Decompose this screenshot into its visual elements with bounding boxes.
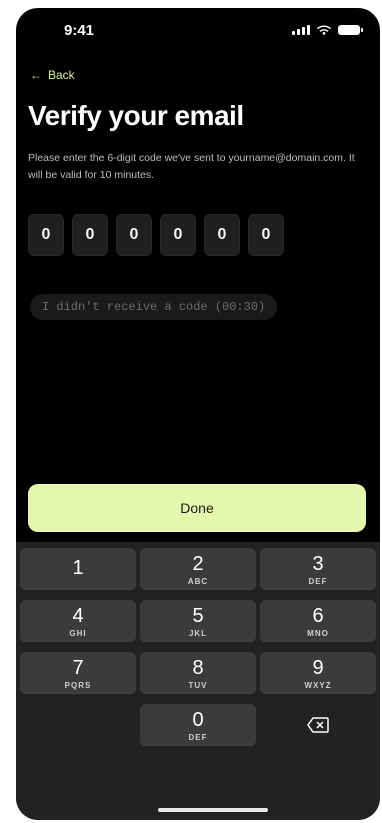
key-1[interactable]: 1 [20, 548, 136, 590]
key-0[interactable]: 0 DEF [140, 704, 256, 746]
page-description: Please enter the 6-digit code we've sent… [28, 152, 355, 181]
code-digit-5[interactable]: 0 [204, 214, 240, 256]
status-time: 9:41 [64, 22, 95, 39]
key-5[interactable]: 5 JKL [140, 600, 256, 642]
key-7[interactable]: 7 PQRS [20, 652, 136, 694]
keypad-row-1: 1 2 ABC 3 DEF [16, 548, 380, 590]
delete-backspace-icon [307, 717, 329, 733]
home-indicator [158, 808, 268, 812]
key-4[interactable]: 4 GHI [20, 600, 136, 642]
code-digit-3[interactable]: 0 [116, 214, 152, 256]
status-bar: 9:41 [16, 8, 380, 52]
wifi-icon [316, 25, 332, 35]
battery-icon [338, 25, 363, 35]
code-digit-1[interactable]: 0 [28, 214, 64, 256]
keypad-row-4: 0 DEF [16, 704, 380, 746]
numeric-keypad: 1 2 ABC 3 DEF 4 GHI 5 JKL 6 MNO 7 PQRS 8… [16, 542, 380, 820]
keypad-row-2: 4 GHI 5 JKL 6 MNO [16, 600, 380, 642]
delete-key[interactable] [260, 704, 376, 746]
done-button[interactable]: Done [28, 484, 366, 532]
code-digit-6[interactable]: 0 [248, 214, 284, 256]
page-title: Verify your email [28, 100, 244, 131]
key-6[interactable]: 6 MNO [260, 600, 376, 642]
back-label: Back [48, 68, 75, 82]
key-blank [20, 704, 136, 746]
key-2[interactable]: 2 ABC [140, 548, 256, 590]
back-link[interactable]: ← Back [30, 68, 75, 82]
code-inputs: 0 0 0 0 0 0 [28, 214, 284, 256]
back-arrow-icon: ← [30, 68, 42, 82]
code-digit-4[interactable]: 0 [160, 214, 196, 256]
code-digit-2[interactable]: 0 [72, 214, 108, 256]
status-icons [292, 24, 363, 36]
key-9[interactable]: 9 WXYZ [260, 652, 376, 694]
signal-icon [292, 25, 310, 35]
key-8[interactable]: 8 TUV [140, 652, 256, 694]
keypad-row-3: 7 PQRS 8 TUV 9 WXYZ [16, 652, 380, 694]
phone-screen: 9:41 ← Back Verify your email Please ent… [16, 8, 380, 820]
resend-code-button[interactable]: I didn't receive a code (00:30) [30, 294, 278, 320]
key-3[interactable]: 3 DEF [260, 548, 376, 590]
